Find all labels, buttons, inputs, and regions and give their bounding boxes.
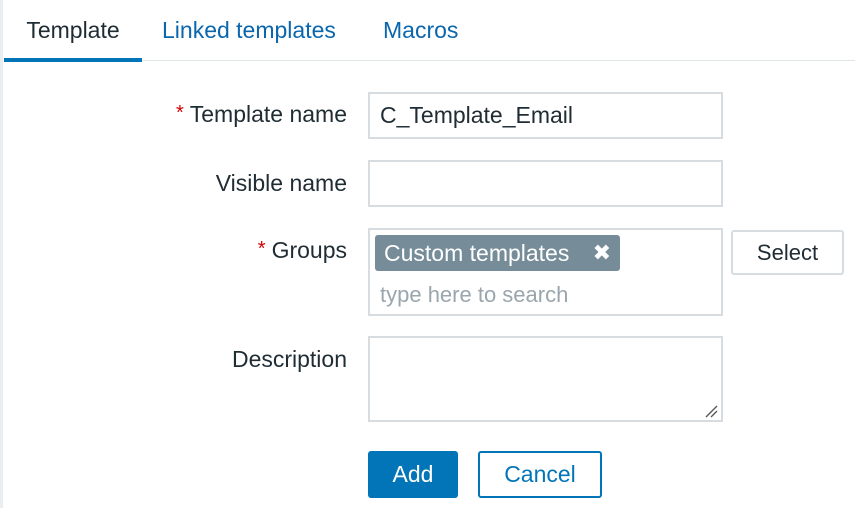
add-button[interactable]: Add bbox=[368, 451, 458, 498]
required-marker: * bbox=[257, 238, 266, 260]
groups-multiselect[interactable]: Custom templates ✖ bbox=[368, 228, 723, 316]
description-label: Description bbox=[231, 346, 347, 372]
description-textarea[interactable] bbox=[368, 336, 723, 422]
group-chip-label: Custom templates bbox=[384, 240, 570, 266]
template-name-input[interactable] bbox=[368, 92, 723, 139]
groups-label-text: Groups bbox=[271, 237, 347, 263]
template-name-label-text: Template name bbox=[189, 101, 347, 127]
groups-search-input[interactable] bbox=[380, 280, 700, 310]
left-border bbox=[0, 0, 3, 508]
groups-select-button[interactable]: Select bbox=[731, 230, 844, 275]
tab-linked-templates[interactable]: Linked templates bbox=[162, 0, 336, 61]
resize-grip-icon[interactable] bbox=[704, 404, 718, 418]
group-chip-custom-templates: Custom templates ✖ bbox=[375, 235, 620, 271]
visible-name-label: Visible name bbox=[215, 170, 347, 196]
tab-template[interactable]: Template bbox=[4, 0, 142, 62]
tab-bar: Template Linked templates Macros bbox=[4, 0, 855, 62]
visible-name-input[interactable] bbox=[368, 160, 723, 207]
tab-macros[interactable]: Macros bbox=[383, 0, 458, 61]
cancel-button[interactable]: Cancel bbox=[478, 451, 602, 498]
close-icon[interactable]: ✖ bbox=[593, 235, 611, 271]
template-edit-page: Template Linked templates Macros * Templa… bbox=[0, 0, 855, 508]
template-name-label: * Template name bbox=[176, 101, 347, 128]
groups-label: * Groups bbox=[258, 237, 347, 264]
required-marker: * bbox=[175, 102, 184, 124]
